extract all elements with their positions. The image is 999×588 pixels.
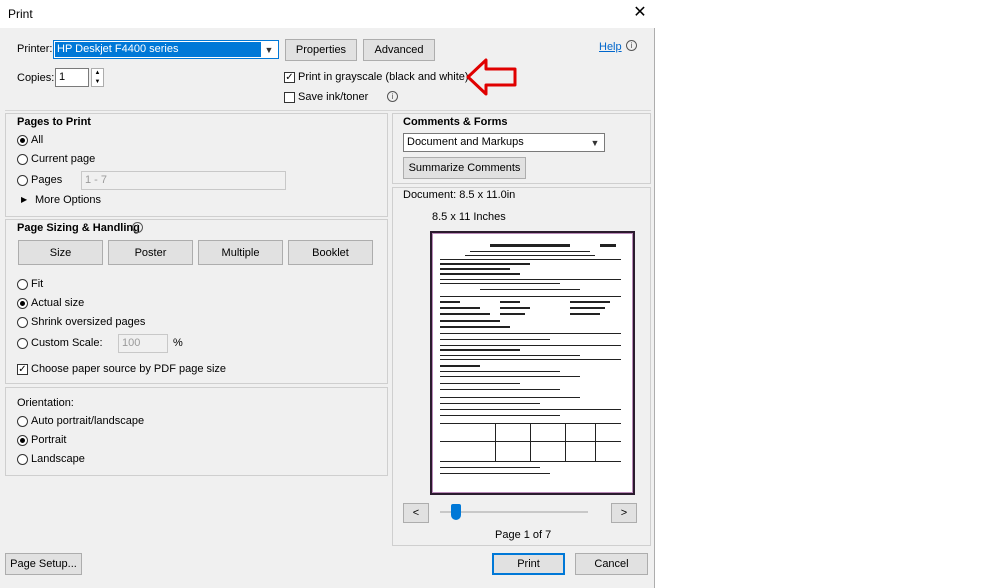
page-sizing-heading: Page Sizing & Handling [17, 222, 140, 234]
custom-scale-radio[interactable] [17, 338, 28, 349]
next-page-button[interactable]: > [611, 503, 637, 523]
booklet-tab[interactable]: Booklet [288, 240, 373, 265]
shrink-label: Shrink oversized pages [31, 316, 146, 328]
page-slider-track[interactable] [440, 511, 588, 513]
printer-select-value: HP Deskjet F4400 series [57, 43, 179, 55]
size-tab[interactable]: Size [18, 240, 103, 265]
save-ink-info-icon[interactable]: i [387, 91, 398, 102]
print-button[interactable]: Print [492, 553, 565, 575]
print-dialog: Print ✕ Printer: HP Deskjet F4400 series… [0, 0, 655, 588]
orientation-heading: Orientation: [17, 397, 74, 409]
title-bar: Print ✕ [0, 0, 655, 28]
chevron-down-icon: ▼ [590, 137, 600, 148]
stepper-down-icon[interactable]: ▼ [92, 78, 103, 86]
page-preview [430, 231, 635, 495]
chevron-down-icon: ▼ [264, 44, 274, 55]
pages-to-print-heading: Pages to Print [17, 116, 91, 128]
page-slider-thumb[interactable] [451, 504, 461, 520]
save-ink-checkbox[interactable] [284, 92, 295, 103]
fit-label: Fit [31, 278, 44, 290]
red-arrow-annotation [466, 58, 517, 96]
window-title: Print [8, 7, 33, 21]
stepper-up-icon[interactable]: ▲ [92, 69, 103, 77]
cancel-button[interactable]: Cancel [575, 553, 648, 575]
fit-radio[interactable] [17, 279, 28, 290]
poster-tab[interactable]: Poster [108, 240, 193, 265]
portrait-label: Portrait [31, 434, 67, 446]
auto-orientation-label: Auto portrait/landscape [31, 415, 145, 427]
landscape-label: Landscape [31, 453, 85, 465]
actual-size-radio[interactable] [17, 298, 28, 309]
comments-select[interactable]: Document and Markups ▼ [403, 133, 605, 152]
document-size-label: Document: 8.5 x 11.0in [403, 189, 516, 201]
portrait-radio[interactable] [17, 435, 28, 446]
landscape-radio[interactable] [17, 454, 28, 465]
current-page-label: Current page [31, 153, 96, 165]
help-link[interactable]: Help [599, 41, 622, 53]
paper-size-label: 8.5 x 11 Inches [432, 211, 506, 223]
expand-triangle-icon[interactable]: ▶ [21, 195, 27, 204]
grayscale-label: Print in grayscale (black and white) [298, 71, 469, 83]
printer-select[interactable]: HP Deskjet F4400 series ▼ [53, 40, 279, 59]
pages-range-label: Pages [31, 174, 63, 186]
paper-source-label: Choose paper source by PDF page size [31, 363, 227, 375]
pages-range-input[interactable]: 1 - 7 [81, 171, 286, 190]
page-status: Page 1 of 7 [495, 529, 552, 541]
grayscale-checkbox[interactable]: ✓ [284, 72, 295, 83]
pages-range-radio[interactable] [17, 175, 28, 186]
advanced-button[interactable]: Advanced [363, 39, 435, 61]
page-setup-button[interactable]: Page Setup... [5, 553, 82, 575]
multiple-tab[interactable]: Multiple [198, 240, 283, 265]
all-pages-label: All [31, 134, 44, 146]
auto-orientation-radio[interactable] [17, 416, 28, 427]
actual-size-label: Actual size [31, 297, 85, 309]
current-page-radio[interactable] [17, 154, 28, 165]
copies-stepper[interactable]: ▲ ▼ [91, 68, 104, 87]
shrink-radio[interactable] [17, 317, 28, 328]
help-info-icon[interactable]: i [626, 40, 637, 51]
close-button[interactable]: ✕ [630, 3, 650, 23]
printer-label: Printer: [17, 43, 53, 55]
more-options-toggle[interactable]: More Options [35, 194, 101, 206]
close-icon: ✕ [633, 4, 647, 21]
percent-label: % [173, 337, 183, 349]
page-sizing-info-icon[interactable]: i [132, 222, 143, 233]
copies-input[interactable]: 1 [55, 68, 89, 87]
custom-scale-input[interactable]: 100 [118, 334, 168, 353]
copies-label: Copies: [17, 72, 55, 84]
preview-content [440, 241, 621, 481]
summarize-comments-button[interactable]: Summarize Comments [403, 157, 526, 179]
comments-select-value: Document and Markups [407, 136, 524, 148]
comments-heading: Comments & Forms [403, 116, 508, 128]
previous-page-button[interactable]: < [403, 503, 429, 523]
paper-source-checkbox[interactable]: ✓ [17, 364, 28, 375]
all-pages-radio[interactable] [17, 135, 28, 146]
divider [5, 110, 651, 111]
properties-button[interactable]: Properties [285, 39, 357, 61]
save-ink-label: Save ink/toner [298, 91, 369, 103]
custom-scale-label: Custom Scale: [31, 337, 103, 349]
